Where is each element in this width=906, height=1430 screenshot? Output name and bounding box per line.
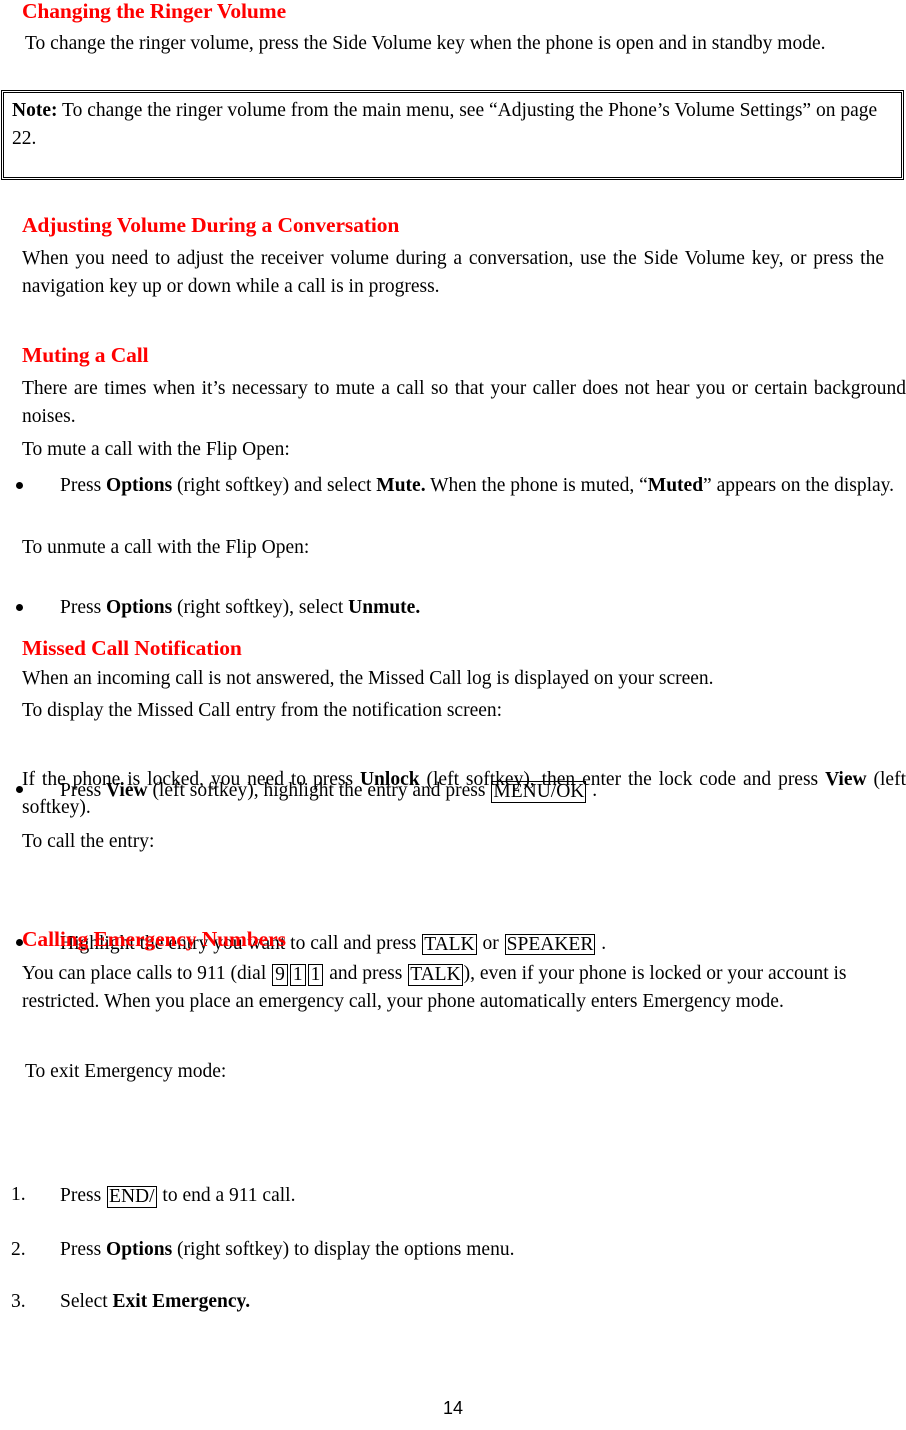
menu-item-exit-emergency-label: Exit Emergency.	[112, 1291, 251, 1313]
section-heading-changing-ringer-volume: Changing the Ringer Volume	[22, 0, 287, 23]
status-muted-label: Muted	[647, 475, 704, 496]
paragraph-locked-phone: If the phone is locked, you need to pres…	[22, 769, 906, 818]
section-heading-missed-call-notification: Missed Call Notification	[22, 636, 242, 660]
section-heading-muting-a-call: Muting a Call	[22, 343, 149, 367]
bullet-dot-icon	[16, 603, 23, 611]
note-label: Note:	[12, 100, 58, 121]
list-item-step-2-text: Press Options (right softkey) to display…	[60, 1238, 515, 1260]
manual-page: Changing the Ringer Volume To change the…	[0, 0, 906, 1430]
list-item-mute-text: Press Options (right softkey) and select…	[60, 475, 895, 496]
key-end: END/	[107, 1186, 157, 1208]
softkey-view-label: View	[825, 769, 867, 790]
lead-unmute-flip-open: To unmute a call with the Flip Open:	[22, 537, 310, 558]
key-1-second: 1	[307, 964, 324, 986]
menu-item-mute-label: Mute.	[376, 475, 426, 496]
note-text: Note: To change the ringer volume from t…	[12, 97, 895, 152]
section-changing-ringer-volume: Changing the Ringer Volume	[22, 0, 892, 23]
note-box: Note: To change the ringer volume from t…	[1, 90, 904, 180]
key-9: 9	[272, 964, 288, 986]
list-item-mute: Press Options (right softkey) and select…	[0, 472, 906, 500]
key-1-first: 1	[289, 964, 306, 986]
lead-exit-emergency-mode: To exit Emergency mode:	[25, 1061, 227, 1082]
list-item-step-1: 1. Press END/ to end a 911 call.	[0, 1184, 906, 1208]
list-item-step-2: 2. Press Options (right softkey) to disp…	[0, 1238, 906, 1260]
list-item-unmute-text: Press Options (right softkey), select Un…	[60, 596, 421, 618]
section-missed-call-notification: Missed Call Notification	[22, 636, 892, 660]
bullet-marker	[16, 472, 23, 500]
paragraph-missed-call-notification: When an incoming call is not answered, t…	[22, 668, 714, 689]
softkey-options-label: Options	[106, 1238, 173, 1260]
list-item-step-3: 3. Select Exit Emergency.	[0, 1292, 906, 1312]
lead-display-missed-call: To display the Missed Call entry from th…	[22, 700, 503, 721]
bullet-marker	[16, 598, 23, 618]
bullet-dot-icon	[16, 482, 23, 489]
softkey-options-label: Options	[106, 475, 173, 496]
step-number: 3.	[11, 1291, 26, 1313]
section-adjusting-volume: Adjusting Volume During a Conversation	[22, 213, 892, 237]
menu-item-unmute-label: Unmute.	[348, 596, 421, 618]
paragraph-calling-emergency-numbers: You can place calls to 911 (dial 911 and…	[22, 963, 847, 1012]
lead-mute-flip-open: To mute a call with the Flip Open:	[22, 439, 290, 460]
section-heading-calling-emergency-numbers: Calling Emergency Numbers	[22, 927, 286, 951]
note-body: To change the ringer volume from the mai…	[12, 100, 878, 149]
section-calling-emergency-numbers: Calling Emergency Numbers	[22, 927, 892, 951]
softkey-unlock-label: Unlock	[359, 769, 420, 790]
softkey-options-label: Options	[106, 596, 173, 618]
key-talk: TALK	[408, 964, 463, 986]
lead-call-the-entry: To call the entry:	[22, 831, 155, 852]
paragraph-adjusting-volume: When you need to adjust the receiver vol…	[22, 248, 884, 297]
page-number: 14	[442, 1398, 464, 1418]
paragraph-muting-a-call: There are times when it’s necessary to m…	[22, 378, 906, 427]
paragraph-changing-ringer-volume: To change the ringer volume, press the S…	[25, 33, 826, 54]
section-heading-adjusting-volume: Adjusting Volume During a Conversation	[22, 213, 400, 237]
list-item-unmute: Press Options (right softkey), select Un…	[0, 596, 906, 618]
step-number: 1.	[11, 1184, 26, 1206]
section-muting-a-call: Muting a Call	[22, 343, 892, 367]
step-number: 2.	[11, 1238, 26, 1260]
list-item-step-3-text: Select Exit Emergency.	[60, 1291, 251, 1313]
list-item-step-1-text: Press END/ to end a 911 call.	[60, 1185, 296, 1208]
